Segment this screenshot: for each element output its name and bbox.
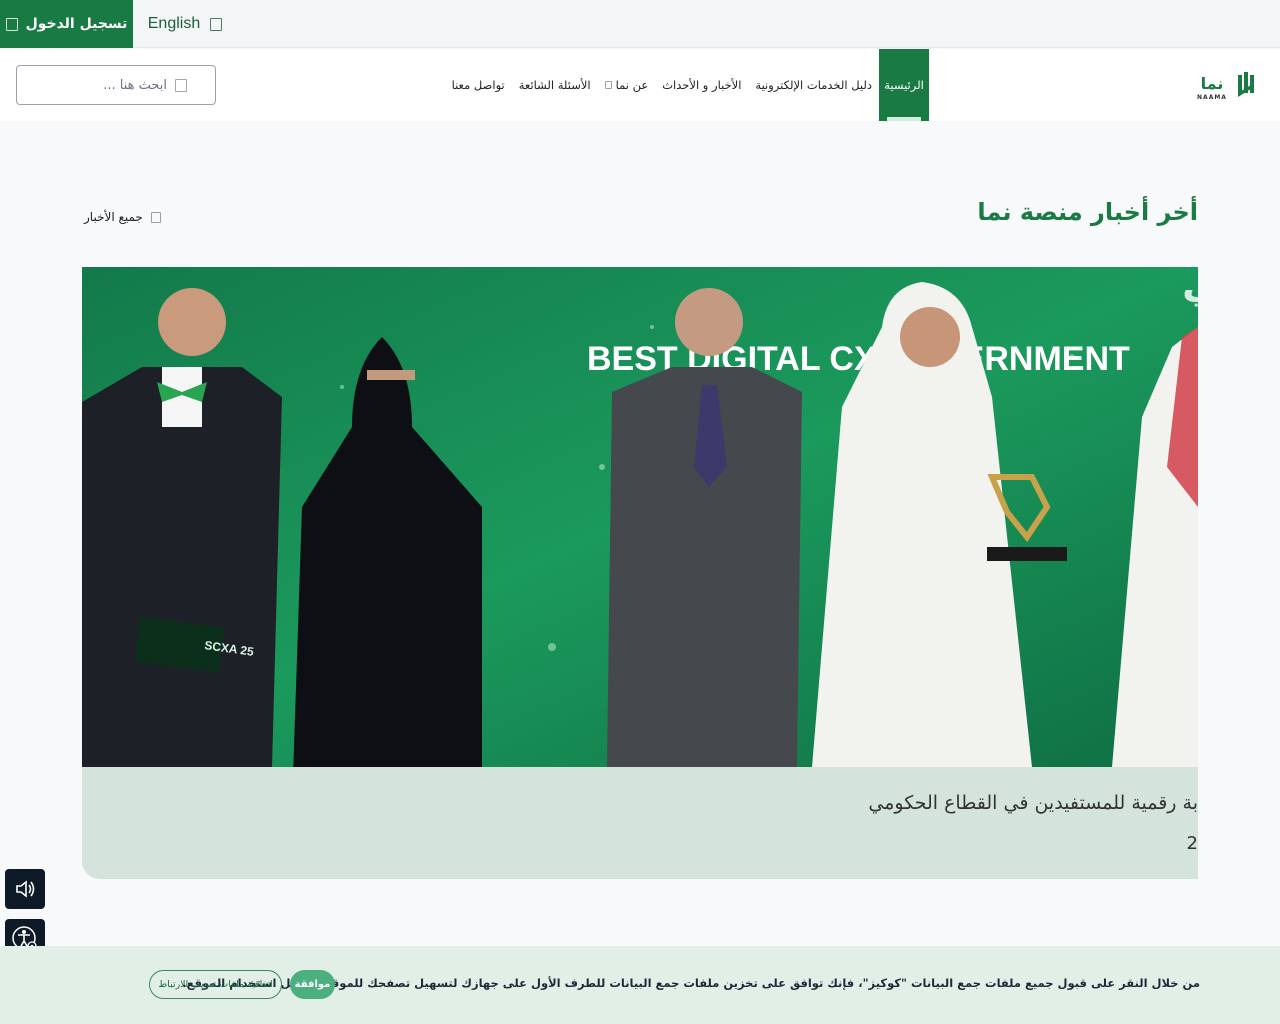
news-date: 2	[1186, 833, 1198, 854]
nav-item-contact[interactable]: تواصل معنا	[445, 49, 512, 121]
news-photo: أفضل تجربة رقمية للعملاء - القطاع الحكوم…	[82, 267, 1198, 767]
chevron-down-icon	[604, 81, 612, 89]
search-icon[interactable]	[175, 78, 187, 92]
nav-item-label: تواصل معنا	[451, 78, 505, 92]
nav-item-about[interactable]: عن نما	[598, 49, 656, 121]
logo-text: نما	[1201, 74, 1224, 93]
nav-item-news-events[interactable]: الأخبار و الأحداث	[655, 49, 748, 121]
nav-item-label: الأخبار و الأحداث	[662, 78, 742, 92]
cookie-policy-button[interactable]: اتفاقية ملفات تعريف الارتباط	[149, 970, 282, 999]
cookie-banner: من خلال النقر على قبول جميع ملفات جمع ال…	[0, 946, 1280, 1024]
banner-arabic-text: أفضل تجربة رقمية للعملاء - القطاع الحكوم…	[1182, 267, 1198, 307]
featured-news-card[interactable]: أفضل تجربة رقمية للعملاء - القطاع الحكوم…	[82, 267, 1198, 879]
nav-item-eservices-guide[interactable]: دليل الخدمات الإلكترونية	[748, 49, 879, 121]
nav-item-label: دليل الخدمات الإلكترونية	[755, 78, 872, 92]
login-icon	[5, 17, 18, 31]
main-nav: الرئيسية دليل الخدمات الإلكترونية الأخبا…	[445, 49, 929, 121]
logo-subtext: NAAMA	[1197, 94, 1227, 101]
language-label: English	[147, 15, 201, 32]
all-news-label: جميع الأخبار	[84, 210, 143, 224]
naama-logo[interactable]: نما NAAMA	[1190, 69, 1256, 101]
main-header: الرئيسية دليل الخدمات الإلكترونية الأخبا…	[0, 49, 1280, 121]
search-box[interactable]	[16, 65, 216, 105]
news-caption: بة رقمية للمستفيدين في القطاع الحكومي	[868, 792, 1198, 814]
speaker-icon	[16, 880, 35, 898]
top-bar: تسجيل الدخول English	[0, 0, 1280, 48]
login-button-label: تسجيل الدخول	[25, 16, 128, 32]
nav-item-label: الرئيسية	[884, 78, 924, 92]
nav-item-faq[interactable]: الأسئلة الشائعة	[512, 49, 598, 121]
arrow-icon	[150, 211, 161, 223]
section-title: أخر أخبار منصة نما	[977, 198, 1198, 226]
nav-item-label: عن نما	[615, 78, 649, 92]
search-input[interactable]	[17, 77, 167, 93]
all-news-link[interactable]: جميع الأخبار	[84, 210, 161, 224]
cookie-agree-button[interactable]: موافقة	[290, 970, 335, 999]
login-button[interactable]: تسجيل الدخول	[0, 0, 133, 48]
nav-item-label: الأسئلة الشائعة	[518, 78, 591, 92]
globe-icon	[210, 17, 223, 31]
read-aloud-button[interactable]	[5, 869, 45, 909]
language-switch-button[interactable]: English	[133, 0, 237, 48]
nav-item-home[interactable]: الرئيسية	[879, 49, 929, 121]
